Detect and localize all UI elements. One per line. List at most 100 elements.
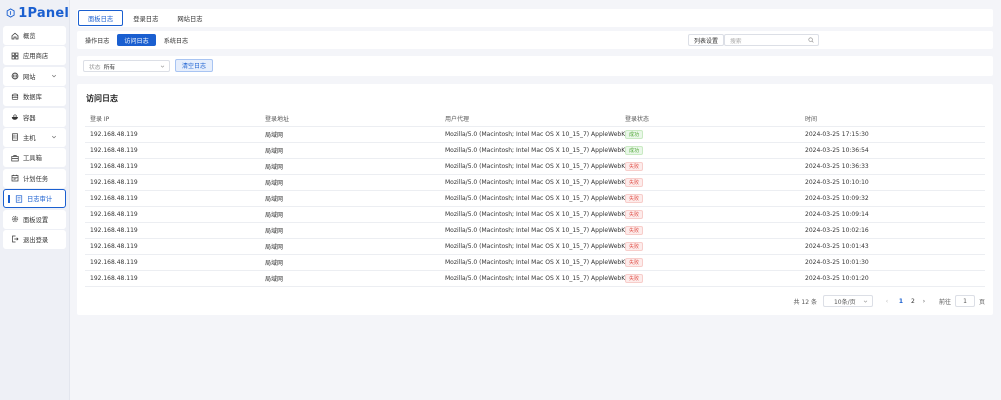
panel-title: 访问日志 — [86, 94, 118, 103]
status-badge: 成功 — [625, 130, 644, 139]
sidebar-item-label: 退出登录 — [23, 236, 49, 244]
table-row: 192.168.48.119 局域网 Mozilla/5.0 (Macintosh;… — [85, 255, 985, 271]
sub-tabs-bar: 操作日志 访问日志 系统日志 列表设置 搜索 — [77, 31, 993, 49]
chevron-down-icon — [863, 300, 868, 303]
search-input[interactable]: 搜索 — [724, 34, 819, 46]
cell-user-agent: Mozilla/5.0 (Macintosh; Intel Mac OS X 1… — [445, 227, 625, 234]
cell-ip: 192.168.48.119 — [90, 259, 138, 266]
clear-log-button[interactable]: 清空日志 — [175, 59, 214, 72]
list-settings-button[interactable]: 列表设置 — [688, 34, 725, 46]
sidebar-item-label: 应用商店 — [23, 53, 49, 61]
prev-page-icon[interactable]: ‹ — [883, 298, 891, 305]
cell-address: 局域网 — [265, 180, 284, 187]
tab-access-log[interactable]: 访问日志 — [117, 34, 156, 46]
cell-status: 失败 — [625, 274, 805, 283]
sidebar: 1Panel 概览 应用商店 网站 数据库 容器 主机 工具箱 计划任务 日志审… — [0, 0, 70, 400]
status-badge: 成功 — [625, 146, 644, 155]
server-icon — [10, 133, 19, 142]
table-row: 192.168.48.119 局域网 Mozilla/5.0 (Macintosh;… — [85, 207, 985, 223]
sidebar-item-log-audit[interactable]: 日志审计 — [3, 189, 66, 209]
status-label: 状态 — [89, 64, 101, 71]
cell-status: 失败 — [625, 162, 805, 171]
database-icon — [10, 92, 19, 101]
sidebar-item-app-store[interactable]: 应用商店 — [3, 46, 66, 66]
cell-user-agent: Mozilla/5.0 (Macintosh; Intel Mac OS X 1… — [445, 131, 625, 138]
cell-time: 2024-03-25 10:09:32 — [805, 195, 869, 202]
cell-ip: 192.168.48.119 — [90, 275, 138, 282]
table-row: 192.168.48.119 局域网 Mozilla/5.0 (Macintosh;… — [85, 127, 985, 143]
sidebar-item-website[interactable]: 网站 — [3, 66, 66, 86]
sidebar-item-container[interactable]: 容器 — [3, 107, 66, 127]
pagination: 共 12 条 10条/页 ‹ 1 2 › 前往 1 页 — [794, 295, 985, 307]
cell-time: 2024-03-25 10:01:20 — [805, 275, 869, 282]
sidebar-item-toolbox[interactable]: 工具箱 — [3, 148, 66, 168]
tab-system-log[interactable]: 系统日志 — [157, 34, 195, 46]
tab-login-log[interactable]: 登录日志 — [124, 10, 167, 26]
chevron-down-icon — [51, 74, 57, 78]
cell-time: 2024-03-25 10:01:43 — [805, 243, 869, 250]
cell-time: 2024-03-25 10:02:16 — [805, 227, 869, 234]
cell-address: 局域网 — [265, 148, 284, 155]
sidebar-item-label: 面板设置 — [23, 216, 49, 224]
calendar-icon — [10, 174, 19, 183]
tab-operation-log[interactable]: 操作日志 — [78, 34, 116, 46]
1panel-logo-icon — [6, 8, 15, 18]
column-header-ip: 登录 IP — [90, 116, 110, 123]
status-badge: 失败 — [625, 194, 644, 203]
status-badge: 失败 — [625, 210, 644, 219]
page-size-select[interactable]: 10条/页 — [822, 295, 873, 307]
cell-ip: 192.168.48.119 — [90, 179, 138, 186]
sidebar-item-logout[interactable]: 退出登录 — [3, 229, 66, 249]
log-icon — [14, 194, 23, 203]
sidebar-item-panel-settings[interactable]: 面板设置 — [3, 209, 66, 229]
goto-page-input[interactable]: 1 — [954, 295, 975, 307]
page-size-value: 10条/页 — [833, 298, 856, 306]
brand[interactable]: 1Panel — [0, 0, 69, 26]
sidebar-item-label: 计划任务 — [23, 175, 49, 183]
cell-address: 局域网 — [265, 164, 284, 171]
sidebar-item-overview[interactable]: 概览 — [3, 26, 66, 45]
cell-status: 失败 — [625, 210, 805, 219]
column-header-time: 时间 — [805, 116, 818, 123]
globe-icon — [10, 72, 19, 81]
cell-time: 2024-03-25 10:09:14 — [805, 211, 869, 218]
next-page-icon[interactable]: › — [920, 298, 928, 305]
logout-icon — [10, 235, 19, 244]
page-2[interactable]: 2 — [908, 298, 918, 305]
cell-user-agent: Mozilla/5.0 (Macintosh; Intel Mac OS X 1… — [445, 275, 625, 282]
tab-website-log[interactable]: 网站日志 — [168, 10, 211, 26]
tab-panel-log[interactable]: 面板日志 — [78, 10, 124, 26]
search-icon[interactable] — [808, 37, 814, 43]
sidebar-item-label: 网站 — [23, 73, 36, 81]
total-count: 共 12 条 — [793, 298, 817, 306]
status-select[interactable]: 状态 所有 — [83, 60, 170, 72]
sidebar-item-cron[interactable]: 计划任务 — [3, 168, 66, 188]
sidebar-item-database[interactable]: 数据库 — [3, 87, 66, 107]
sidebar-item-label: 主机 — [23, 134, 36, 142]
cell-status: 失败 — [625, 242, 805, 251]
sidebar-item-host[interactable]: 主机 — [3, 127, 66, 147]
chevron-down-icon — [160, 65, 165, 68]
page-1[interactable]: 1 — [896, 298, 906, 305]
status-badge: 失败 — [625, 162, 644, 171]
cell-address: 局域网 — [265, 276, 284, 283]
cell-address: 局域网 — [265, 132, 284, 139]
cell-time: 2024-03-25 10:36:33 — [805, 163, 869, 170]
cell-time: 2024-03-25 10:01:30 — [805, 259, 869, 266]
sidebar-item-label: 概览 — [23, 33, 36, 40]
goto-value: 1 — [963, 297, 967, 305]
cell-address: 局域网 — [265, 260, 284, 267]
status-badge: 失败 — [625, 226, 644, 235]
search-placeholder: 搜索 — [730, 38, 742, 45]
cell-status: 失败 — [625, 258, 805, 267]
status-value: 所有 — [103, 64, 116, 71]
table-body: 192.168.48.119 局域网 Mozilla/5.0 (Macintosh;… — [85, 127, 985, 287]
cell-address: 局域网 — [265, 212, 284, 219]
table-row: 192.168.48.119 局域网 Mozilla/5.0 (Macintosh;… — [85, 175, 985, 191]
cell-user-agent: Mozilla/5.0 (Macintosh; Intel Mac OS X 1… — [445, 243, 625, 250]
access-log-table: 登录 IP 登录地址 用户代理 登录状态 时间 192.168.48.119 局域… — [85, 111, 985, 287]
cell-status: 成功 — [625, 146, 805, 155]
cell-time: 2024-03-25 10:36:54 — [805, 147, 869, 154]
table-row: 192.168.48.119 局域网 Mozilla/5.0 (Macintosh;… — [85, 271, 985, 287]
brand-name: 1Panel — [18, 5, 69, 21]
